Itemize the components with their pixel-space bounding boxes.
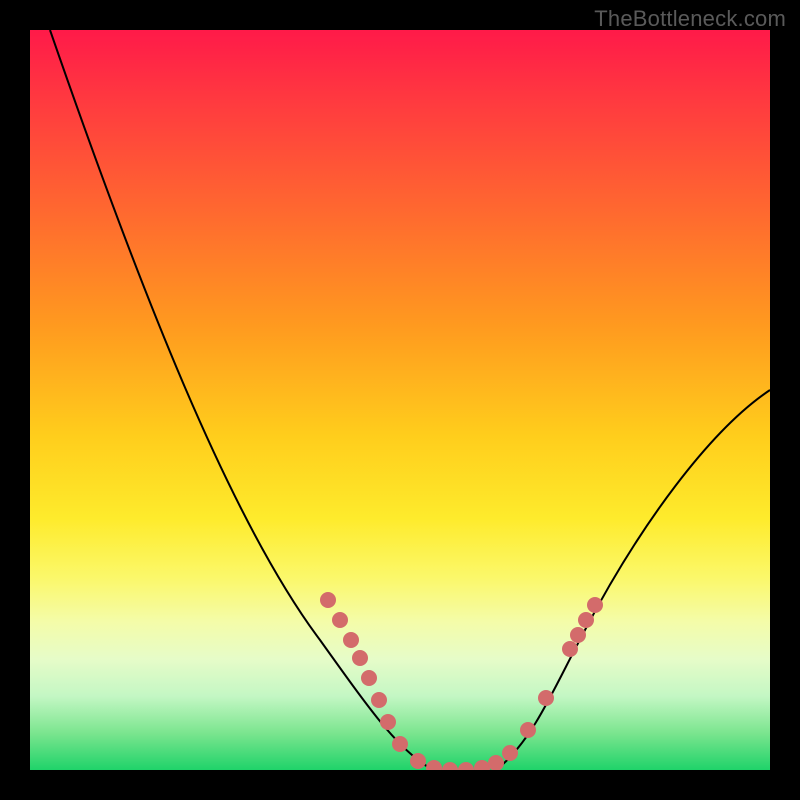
marker-group	[320, 592, 603, 770]
curve-marker	[320, 592, 336, 608]
curve-marker	[352, 650, 368, 666]
curve-marker	[380, 714, 396, 730]
curve-marker	[587, 597, 603, 613]
curve-marker	[562, 641, 578, 657]
curve-marker	[458, 762, 474, 770]
curve-marker	[332, 612, 348, 628]
curve-marker	[426, 760, 442, 770]
curve-marker	[538, 690, 554, 706]
curve-marker	[502, 745, 518, 761]
plot-area	[30, 30, 770, 770]
curve-marker	[520, 722, 536, 738]
watermark-text: TheBottleneck.com	[594, 6, 786, 32]
curve-marker	[578, 612, 594, 628]
curve-marker	[410, 753, 426, 769]
curve-marker	[442, 762, 458, 770]
chart-frame: TheBottleneck.com	[0, 0, 800, 800]
chart-svg	[30, 30, 770, 770]
curve-marker	[343, 632, 359, 648]
curve-marker	[488, 755, 504, 770]
curve-marker	[570, 627, 586, 643]
curve-marker	[361, 670, 377, 686]
curve-marker	[371, 692, 387, 708]
curve-marker	[392, 736, 408, 752]
curve-marker	[474, 760, 490, 770]
bottleneck-curve	[50, 30, 770, 770]
